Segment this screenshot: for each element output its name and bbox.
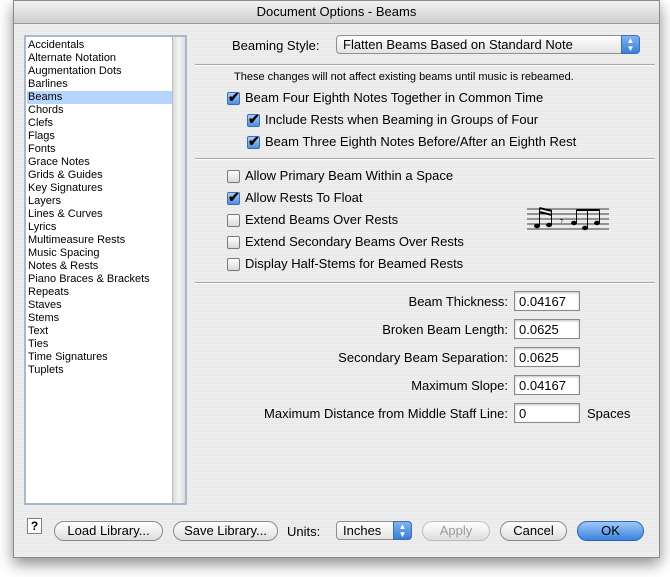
checkmark-icon: ✔ [248,133,260,149]
list-item[interactable]: Text [27,325,173,338]
field-suffix: Spaces [587,406,631,421]
separator [195,158,655,160]
field-input[interactable] [514,403,580,423]
cancel-button[interactable]: Cancel [500,521,567,541]
checkbox-label[interactable]: Extend Beams Over Rests [245,212,398,227]
list-scrollbar[interactable] [172,37,185,503]
checkbox-label[interactable]: Beam Four Eighth Notes Together in Commo… [245,90,543,105]
checkbox[interactable] [227,258,240,271]
checkbox-label[interactable]: Include Rests when Beaming in Groups of … [265,112,538,127]
category-list[interactable]: Accidentals Alternate Notation Augmentatio… [24,35,187,505]
checkmark-icon: ✔ [228,89,240,105]
list-item[interactable]: Repeats [27,286,173,299]
field-input[interactable] [514,347,580,367]
list-item[interactable]: Notes & Rests [27,260,173,273]
checkbox-label[interactable]: Display Half-Stems for Beamed Rests [245,256,463,271]
load-library-button[interactable]: Load Library... [54,521,163,541]
list-item[interactable]: Key Signatures [27,182,173,195]
beaming-style-popup[interactable]: Flatten Beams Based on Standard Note ▲ ▼ [336,35,640,54]
popup-arrows-icon: ▲ ▼ [393,521,412,540]
beaming-style-value: Flatten Beams Based on Standard Note [343,37,573,52]
list-item[interactable]: Barlines [27,78,173,91]
list-item[interactable]: Grids & Guides [27,169,173,182]
rebeam-notice: These changes will not affect existing b… [234,71,574,83]
checkbox-label[interactable]: Allow Rests To Float [245,190,363,205]
units-value: Inches [343,523,382,538]
save-library-button[interactable]: Save Library... [173,521,278,541]
list-item[interactable]: Fonts [27,143,173,156]
field-input[interactable] [514,319,580,339]
field-label: Beam Thickness: [408,294,508,309]
list-item[interactable]: Layers [27,195,173,208]
checkmark-icon: ✔ [228,189,240,205]
checkbox[interactable] [227,236,240,249]
list-item[interactable]: Tuplets [27,364,173,377]
checkbox[interactable]: ✔ [227,89,240,105]
list-item[interactable]: Chords [27,104,173,117]
list-item[interactable]: Lines & Curves [27,208,173,221]
checkmark-icon: ✔ [248,111,260,127]
window-title: Document Options - Beams [14,1,659,24]
list-item[interactable]: Accidentals [27,39,173,52]
separator [195,282,655,284]
list-item[interactable]: Time Signatures [27,351,173,364]
field-label: Broken Beam Length: [382,322,508,337]
checkbox[interactable]: ✔ [227,189,240,205]
svg-text:𝄾: 𝄾 [560,214,563,228]
list-item[interactable]: Multimeasure Rests [27,234,173,247]
list-item[interactable]: Grace Notes [27,156,173,169]
list-item[interactable]: Flags [27,130,173,143]
list-item[interactable]: Augmentation Dots [27,65,173,78]
apply-button[interactable]: Apply [422,521,490,541]
checkbox-label[interactable]: Beam Three Eighth Notes Before/After an … [265,134,576,149]
units-popup[interactable]: Inches ▲ ▼ [336,521,412,540]
checkbox[interactable]: ✔ [247,111,260,127]
document-options-window: Document Options - Beams Accidentals Alte… [13,0,660,558]
list-item[interactable]: Music Spacing [27,247,173,260]
help-button[interactable]: ? [27,518,42,534]
field-input[interactable] [514,291,580,311]
list-item[interactable]: Ties [27,338,173,351]
field-label: Secondary Beam Separation: [338,350,508,365]
field-label: Maximum Distance from Middle Staff Line: [264,406,508,421]
checkbox-label[interactable]: Extend Secondary Beams Over Rests [245,234,464,249]
checkbox[interactable] [227,170,240,183]
separator [195,64,655,66]
ok-button[interactable]: OK [577,521,644,541]
field-label: Maximum Slope: [411,378,508,393]
field-input[interactable] [514,375,580,395]
beaming-style-label: Beaming Style: [232,38,320,53]
popup-arrows-icon: ▲ ▼ [621,35,640,54]
list-item[interactable]: Stems [27,312,173,325]
list-item[interactable]: Clefs [27,117,173,130]
list-item[interactable]: Staves [27,299,173,312]
list-item[interactable]: Lyrics [27,221,173,234]
checkbox[interactable] [227,214,240,227]
list-item[interactable]: Beams [27,91,173,104]
checkbox-label[interactable]: Allow Primary Beam Within a Space [245,168,453,183]
list-item[interactable]: Alternate Notation [27,52,173,65]
list-item[interactable]: Piano Braces & Brackets [27,273,173,286]
units-label: Units: [287,524,321,539]
beam-preview-image: 𝄾 [527,207,609,231]
checkbox[interactable]: ✔ [247,133,260,149]
